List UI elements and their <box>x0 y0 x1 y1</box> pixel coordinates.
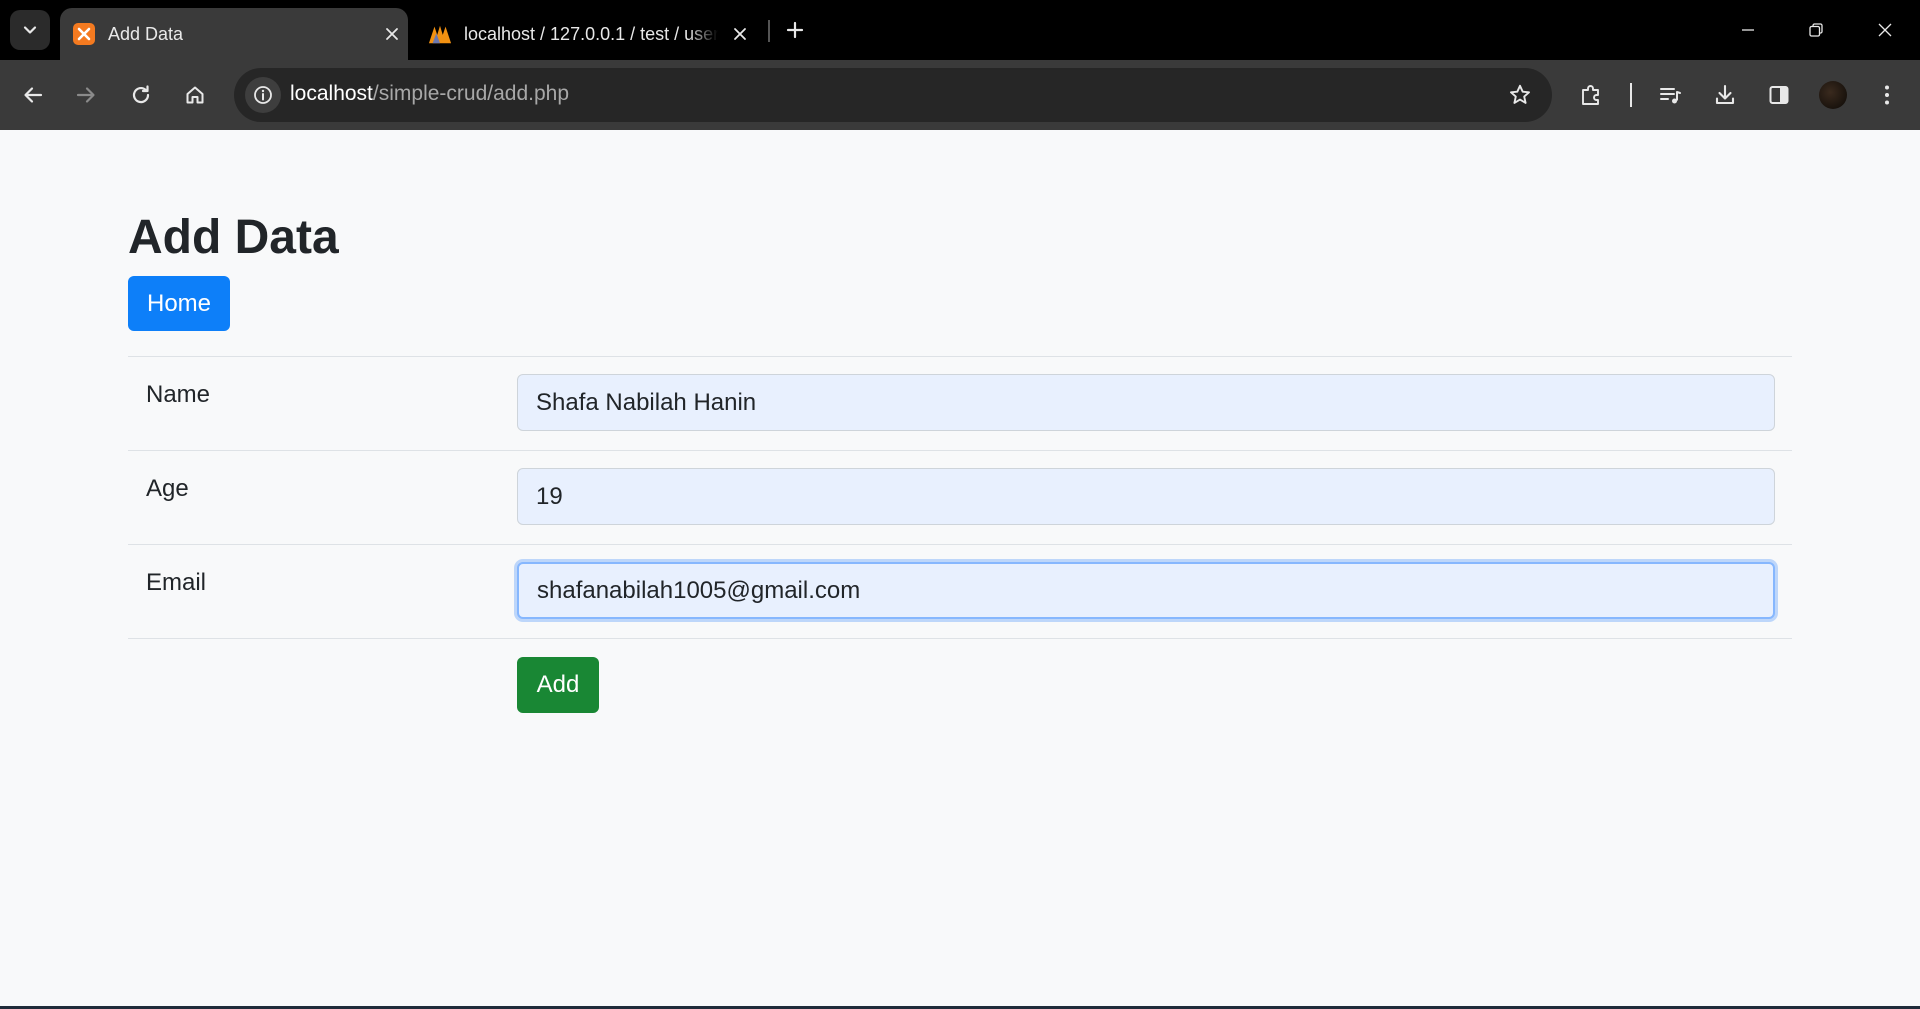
add-data-form: Name Shafa Nabilah Hanin Age 19 Email sh… <box>128 356 1792 732</box>
tab-search-button[interactable] <box>10 10 50 50</box>
email-input[interactable]: shafanabilah1005@gmail.com <box>517 562 1775 619</box>
menu-button[interactable] <box>1865 73 1909 117</box>
media-control-button[interactable] <box>1648 73 1692 117</box>
age-input[interactable]: 19 <box>517 468 1775 525</box>
avatar <box>1819 81 1847 109</box>
minimize-icon <box>1742 29 1754 31</box>
minimize-button[interactable] <box>1714 0 1782 60</box>
tab-title: localhost / 127.0.0.1 / test / users <box>464 23 719 44</box>
restore-icon <box>1809 23 1823 37</box>
bookmark-star-icon[interactable] <box>1502 77 1538 113</box>
email-label: Email <box>146 569 207 596</box>
browser-toolbar: localhost/simple-crud/add.php <box>0 60 1920 130</box>
tab-strip: Add Data localhost / 127.0.0.1 / test / … <box>0 0 1920 60</box>
side-panel-button[interactable] <box>1757 73 1801 117</box>
add-button[interactable]: Add <box>517 657 599 713</box>
tab-title: Add Data <box>108 23 184 44</box>
xampp-favicon-icon <box>72 22 96 46</box>
close-tab-icon[interactable] <box>378 20 406 48</box>
url-host: localhost <box>290 82 373 105</box>
restore-button[interactable] <box>1782 0 1850 60</box>
home-button[interactable]: Home <box>128 276 230 331</box>
tab-phpmyadmin[interactable]: localhost / 127.0.0.1 / test / users <box>418 8 754 60</box>
address-bar[interactable]: localhost/simple-crud/add.php <box>234 68 1552 122</box>
url-text[interactable]: localhost/simple-crud/add.php <box>290 82 569 106</box>
form-row-email: Email shafanabilah1005@gmail.com <box>128 544 1792 638</box>
toolbar-divider <box>1630 83 1632 107</box>
home-icon <box>186 86 204 104</box>
name-label: Name <box>146 381 211 408</box>
playlist-icon <box>1660 88 1681 104</box>
arrow-left-icon <box>24 87 43 103</box>
puzzle-icon <box>1582 85 1599 105</box>
phpmyadmin-favicon-icon <box>428 22 452 46</box>
reload-icon <box>132 85 150 104</box>
forward-button[interactable] <box>64 73 108 117</box>
arrow-right-icon <box>76 87 95 103</box>
form-row-submit: Add <box>128 638 1792 732</box>
tab-add-data[interactable]: Add Data <box>60 8 408 60</box>
form-row-age: Age 19 <box>128 450 1792 544</box>
page-title: Add Data <box>128 211 339 264</box>
url-path: /simple-crud/add.php <box>372 82 569 105</box>
name-input[interactable]: Shafa Nabilah Hanin <box>517 374 1775 431</box>
profile-button[interactable] <box>1811 73 1855 117</box>
chevron-down-icon <box>23 26 37 34</box>
new-tab-button[interactable] <box>779 12 811 48</box>
site-info-icon[interactable] <box>245 77 281 113</box>
back-button[interactable] <box>11 73 55 117</box>
tab-separator <box>768 20 770 42</box>
plus-icon <box>786 21 804 39</box>
side-panel-icon <box>1769 86 1789 104</box>
close-tab-icon[interactable] <box>726 20 754 48</box>
close-icon <box>1878 23 1892 37</box>
form-row-name: Name Shafa Nabilah Hanin <box>128 356 1792 450</box>
reload-button[interactable] <box>119 73 163 117</box>
download-icon <box>1715 84 1735 105</box>
page-content: Add Data Home Name Shafa Nabilah Hanin A… <box>0 130 1920 1009</box>
home-browser-button[interactable] <box>173 73 217 117</box>
more-vertical-icon <box>1885 85 1889 105</box>
extensions-button[interactable] <box>1569 73 1613 117</box>
downloads-button[interactable] <box>1703 73 1747 117</box>
close-window-button[interactable] <box>1851 0 1919 60</box>
age-label: Age <box>146 475 189 502</box>
